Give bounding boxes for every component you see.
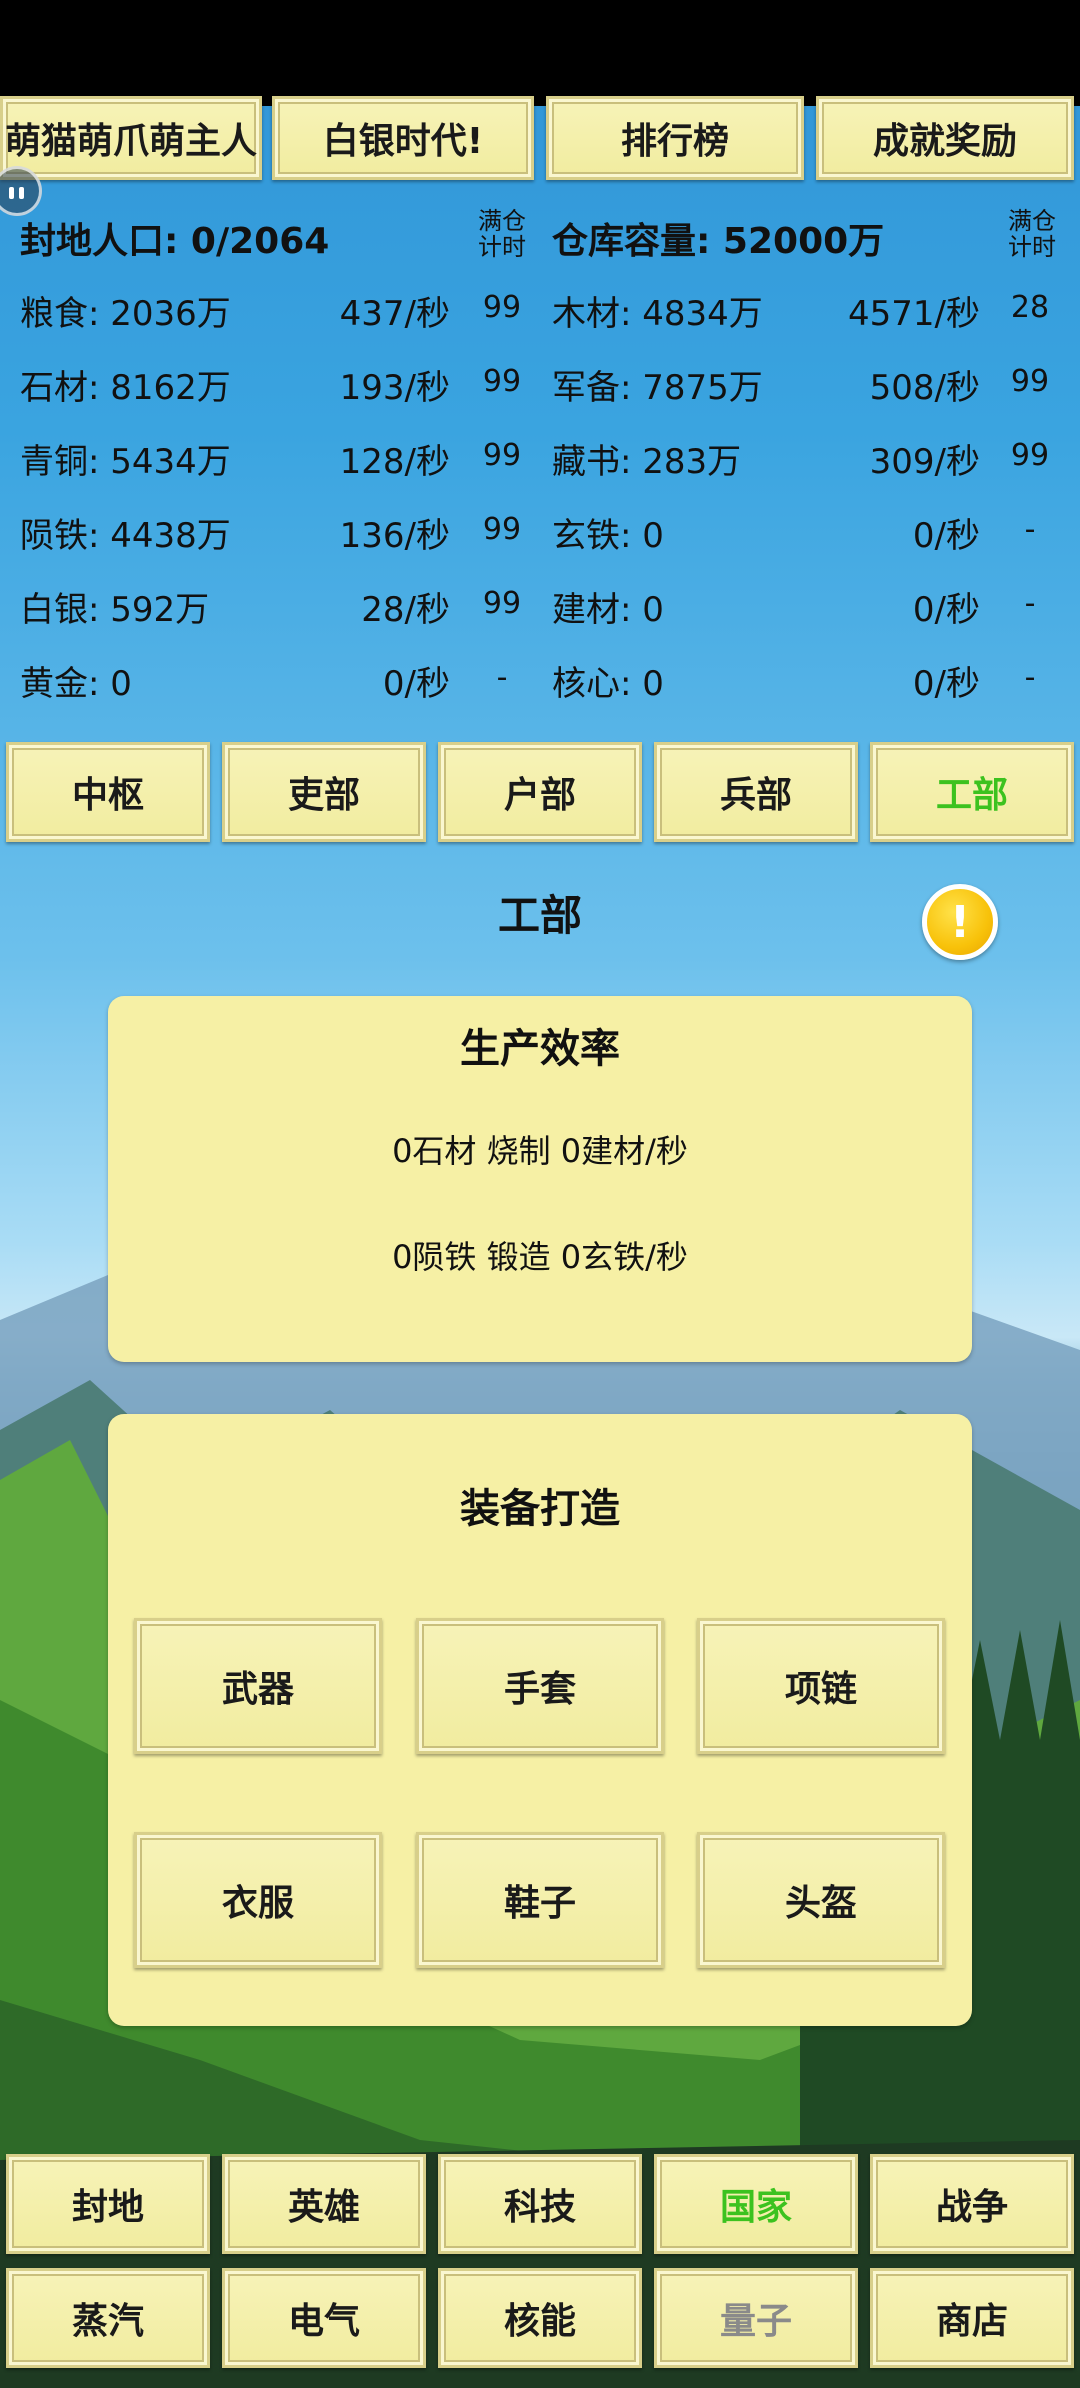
resource-name: 白银: 592万	[20, 590, 210, 630]
resource-name: 建材: 0	[552, 590, 664, 630]
nav-shop[interactable]: 商店	[870, 2268, 1074, 2368]
resource-name: 青铜: 5434万	[20, 442, 231, 482]
status-bar	[0, 0, 1080, 106]
resource-full-count: 99	[482, 512, 522, 547]
tab-leaderboard[interactable]: 排行榜	[546, 96, 804, 180]
resource-name: 木材: 4834万	[552, 294, 763, 334]
resource-full-count: 99	[1010, 364, 1050, 399]
resource-full-count: 99	[482, 290, 522, 325]
craft-gloves-button[interactable]: 手套	[416, 1618, 664, 1754]
resource-rate: 4571/秒	[848, 294, 980, 334]
chat-bubble-icon[interactable]	[0, 166, 42, 216]
resource-rate: 28/秒	[361, 590, 450, 630]
resource-full-count: 28	[1010, 290, 1050, 325]
craft-shoes-button[interactable]: 鞋子	[416, 1832, 664, 1968]
resource-rate: 0/秒	[912, 516, 980, 556]
full-timer-header-right: 满仓计时	[1008, 207, 1056, 261]
population-label: 封地人口: 0/2064	[20, 221, 330, 262]
resource-name: 黄金: 0	[20, 664, 132, 704]
resource-name: 核心: 0	[552, 664, 664, 704]
resource-rate: 0/秒	[912, 590, 980, 630]
resource-full-count: 99	[482, 364, 522, 399]
resource-name: 军备: 7875万	[552, 368, 763, 408]
nav-tech[interactable]: 科技	[438, 2154, 642, 2254]
production-line: 0陨铁 锻造 0玄铁/秒	[392, 1238, 688, 1276]
nav-fief[interactable]: 封地	[6, 2154, 210, 2254]
nav-heroes[interactable]: 英雄	[222, 2154, 426, 2254]
resource-full-count: -	[1024, 660, 1036, 695]
game-screen: 萌猫萌爪萌主人 白银时代! 排行榜 成就奖励 封地人口: 0/2064 满仓计时…	[0, 0, 1080, 2388]
nav-nuclear[interactable]: 核能	[438, 2268, 642, 2368]
nav-quantum[interactable]: 量子	[654, 2268, 858, 2368]
resource-rate: 128/秒	[339, 442, 450, 482]
resource-name: 藏书: 283万	[552, 442, 742, 482]
equipment-title: 装备打造	[460, 1485, 620, 1532]
resource-name: 石材: 8162万	[20, 368, 231, 408]
tab-achievement-rewards[interactable]: 成就奖励	[816, 96, 1074, 180]
resource-rate: 0/秒	[912, 664, 980, 704]
nav-nation[interactable]: 国家	[654, 2154, 858, 2254]
resource-full-count: 99	[482, 438, 522, 473]
production-line: 0石材 烧制 0建材/秒	[392, 1132, 688, 1170]
resource-name: 粮食: 2036万	[20, 294, 231, 334]
craft-helmet-button[interactable]: 头盔	[697, 1832, 945, 1968]
resource-name: 陨铁: 4438万	[20, 516, 231, 556]
full-timer-header-left: 满仓计时	[478, 207, 526, 261]
resource-full-count: -	[496, 660, 508, 695]
production-title: 生产效率	[460, 1025, 620, 1072]
page-title: 工部	[497, 891, 582, 940]
craft-necklace-button[interactable]: 项链	[697, 1618, 945, 1754]
resource-rate: 193/秒	[339, 368, 450, 408]
nav-steam[interactable]: 蒸汽	[6, 2268, 210, 2368]
resource-rate: 508/秒	[869, 368, 980, 408]
resource-rate: 136/秒	[339, 516, 450, 556]
tab-central[interactable]: 中枢	[6, 742, 210, 842]
resource-full-count: 99	[482, 586, 522, 621]
tab-war-ministry[interactable]: 兵部	[654, 742, 858, 842]
warehouse-label: 仓库容量: 52000万	[552, 221, 885, 262]
nav-electric[interactable]: 电气	[222, 2268, 426, 2368]
nav-war[interactable]: 战争	[870, 2154, 1074, 2254]
tab-revenue[interactable]: 户部	[438, 742, 642, 842]
resource-full-count: 99	[1010, 438, 1050, 473]
resource-full-count: -	[1024, 586, 1036, 621]
resource-name: 玄铁: 0	[552, 516, 664, 556]
resource-full-count: -	[1024, 512, 1036, 547]
production-card: 生产效率 0石材 烧制 0建材/秒 0陨铁 锻造 0玄铁/秒	[108, 996, 972, 1362]
craft-weapon-button[interactable]: 武器	[134, 1618, 382, 1754]
tab-player-name[interactable]: 萌猫萌爪萌主人	[0, 96, 262, 180]
craft-clothes-button[interactable]: 衣服	[134, 1832, 382, 1968]
tab-personnel[interactable]: 吏部	[222, 742, 426, 842]
resource-rate: 0/秒	[382, 664, 450, 704]
tab-silver-age[interactable]: 白银时代!	[272, 96, 534, 180]
resource-rate: 309/秒	[869, 442, 980, 482]
resource-rate: 437/秒	[339, 294, 450, 334]
alert-icon[interactable]: !	[922, 884, 998, 960]
tab-works[interactable]: 工部	[870, 742, 1074, 842]
